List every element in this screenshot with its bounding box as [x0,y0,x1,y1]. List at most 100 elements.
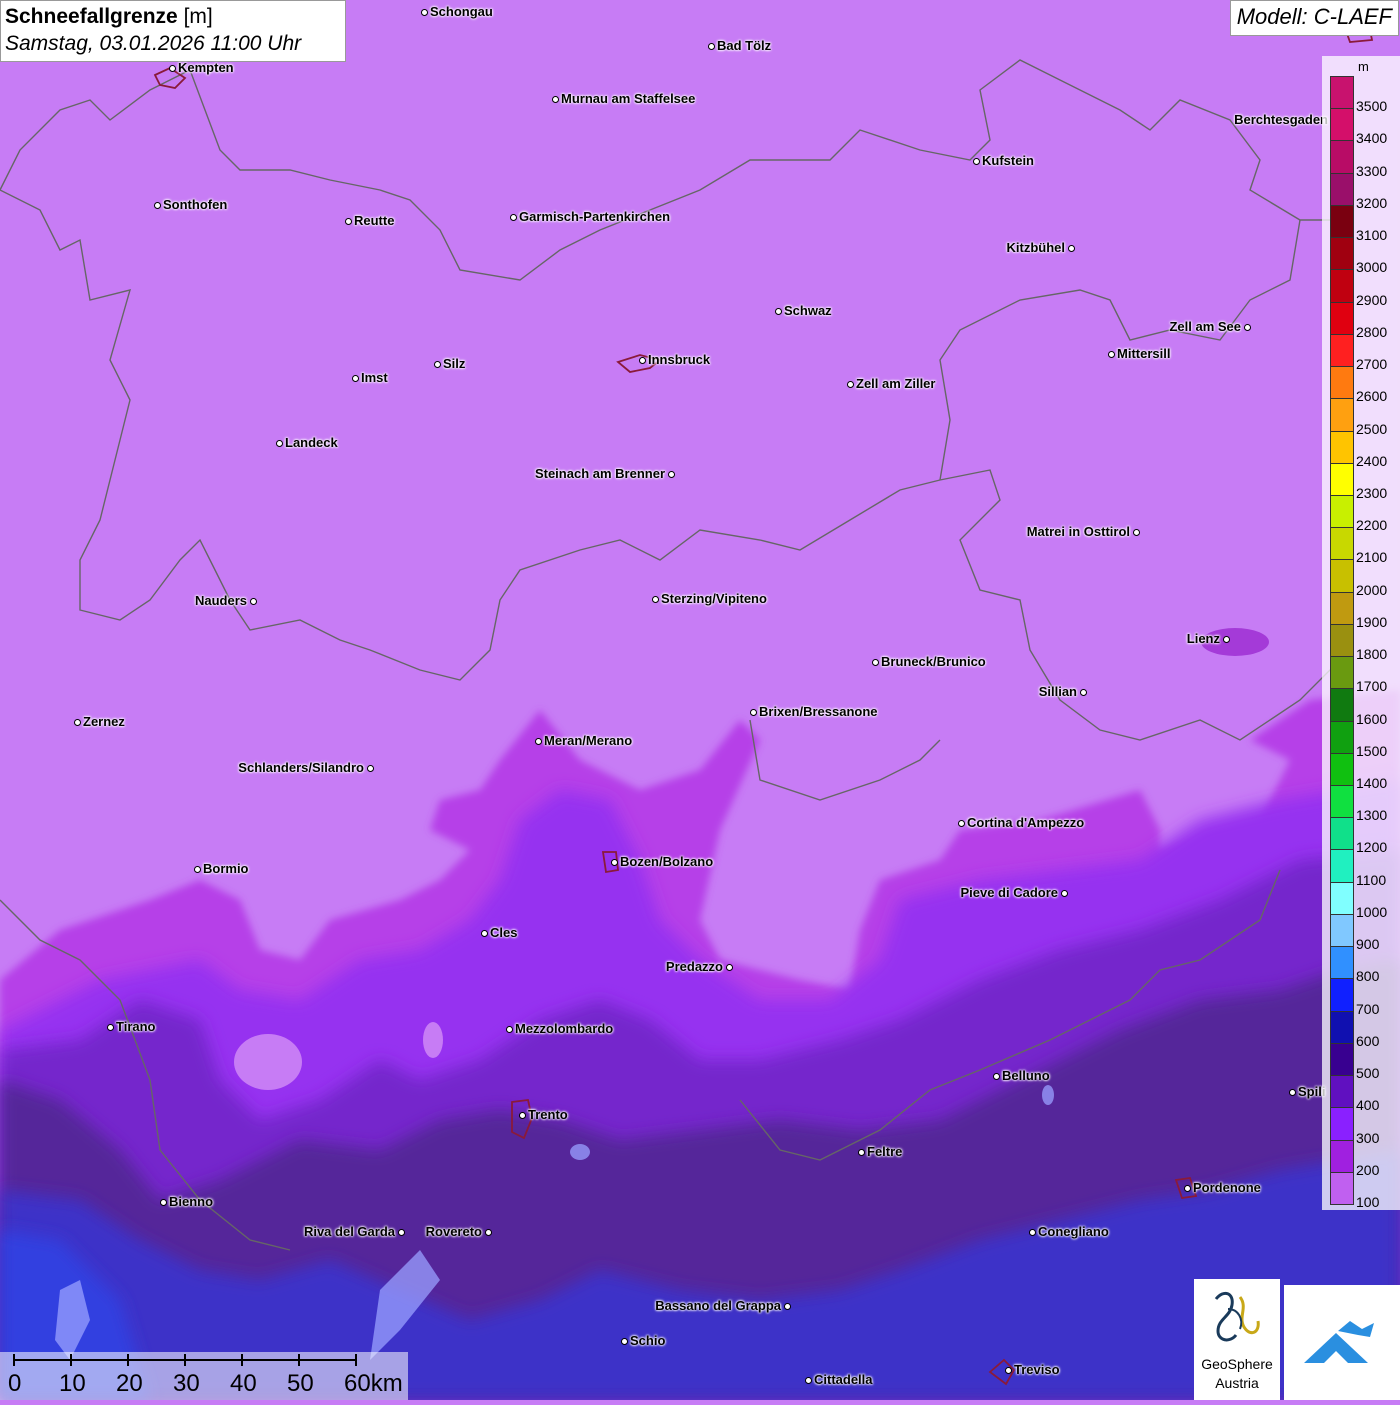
city-marker[interactable] [857,1148,865,1156]
city-label[interactable]: Murnau am Staffelsee [561,91,695,106]
city-label[interactable]: Imst [361,370,388,385]
city-marker[interactable] [1060,889,1068,897]
city-marker[interactable] [480,929,488,937]
city-marker[interactable] [153,201,161,209]
city-label[interactable]: Bozen/Bolzano [620,854,713,869]
city-marker[interactable] [992,1072,1000,1080]
city-label[interactable]: Cles [490,925,517,940]
city-label[interactable]: Steinach am Brenner [535,466,665,481]
city-label[interactable]: Conegliano [1038,1224,1109,1239]
city-marker[interactable] [1004,1366,1012,1374]
city-marker[interactable] [249,597,257,605]
city-marker[interactable] [1107,350,1115,358]
city-marker[interactable] [651,595,659,603]
city-marker[interactable] [397,1228,405,1236]
city-label[interactable]: Treviso [1014,1362,1060,1377]
city-marker[interactable] [804,1376,812,1384]
city-marker[interactable] [366,764,374,772]
city-marker[interactable] [193,865,201,873]
city-marker[interactable] [1288,1088,1296,1096]
city-label[interactable]: Matrei in Osttirol [1027,524,1130,539]
city-marker[interactable] [484,1228,492,1236]
city-label[interactable]: Cittadella [814,1372,873,1387]
city-marker[interactable] [106,1023,114,1031]
city-label[interactable]: Zell am Ziller [856,376,935,391]
city-marker[interactable] [168,64,176,72]
city-marker[interactable] [534,737,542,745]
city-marker[interactable] [1132,528,1140,536]
city-marker[interactable] [610,858,618,866]
city-label[interactable]: Belluno [1002,1068,1050,1083]
city-marker[interactable] [159,1198,167,1206]
city-label[interactable]: Silz [443,356,465,371]
city-marker[interactable] [707,42,715,50]
city-label[interactable]: Bienno [169,1194,213,1209]
city-marker[interactable] [774,307,782,315]
city-marker[interactable] [551,95,559,103]
city-label[interactable]: Reutte [354,213,394,228]
city-label[interactable]: Bassano del Grappa [655,1298,781,1313]
city-marker[interactable] [1067,244,1075,252]
city-marker[interactable] [351,374,359,382]
city-label[interactable]: Kempten [178,60,234,75]
city-label[interactable]: Kitzbühel [1007,240,1066,255]
app-logo[interactable] [1284,1285,1400,1400]
city-label[interactable]: Tirano [116,1019,156,1034]
city-label[interactable]: Schwaz [784,303,832,318]
city-label[interactable]: Lienz [1187,631,1220,646]
city-label[interactable]: Bormio [203,861,249,876]
city-marker[interactable] [73,718,81,726]
city-marker[interactable] [509,213,517,221]
city-label[interactable]: Sterzing/Vipiteno [661,591,767,606]
city-label[interactable]: Pordenone [1193,1180,1261,1195]
city-marker[interactable] [871,658,879,666]
city-marker[interactable] [638,356,646,364]
city-label[interactable]: Landeck [285,435,338,450]
city-label[interactable]: Kufstein [982,153,1034,168]
city-marker[interactable] [1243,323,1251,331]
city-label[interactable]: Nauders [195,593,247,608]
city-marker[interactable] [505,1025,513,1033]
city-marker[interactable] [1183,1184,1191,1192]
city-marker[interactable] [783,1302,791,1310]
city-marker[interactable] [957,819,965,827]
city-marker[interactable] [846,380,854,388]
city-label[interactable]: Bad Tölz [717,38,771,53]
city-label[interactable]: Schongau [430,4,493,19]
city-marker[interactable] [433,360,441,368]
city-marker[interactable] [275,439,283,447]
city-label[interactable]: Schio [630,1333,665,1348]
city-marker[interactable] [1028,1228,1036,1236]
city-marker[interactable] [749,708,757,716]
city-label[interactable]: Pieve di Cadore [960,885,1058,900]
city-label[interactable]: Predazzo [666,959,723,974]
city-marker[interactable] [344,217,352,225]
city-label[interactable]: Mittersill [1117,346,1170,361]
city-label[interactable]: Garmisch-Partenkirchen [519,209,670,224]
city-label[interactable]: Feltre [867,1144,902,1159]
city-label[interactable]: Zell am See [1169,319,1241,334]
city-marker[interactable] [420,8,428,16]
city-label[interactable]: Berchtesgaden [1234,112,1328,127]
city-marker[interactable] [1079,688,1087,696]
city-label[interactable]: Innsbruck [648,352,710,367]
city-marker[interactable] [518,1111,526,1119]
city-label[interactable]: Meran/Merano [544,733,632,748]
city-marker[interactable] [725,963,733,971]
city-marker[interactable] [1222,635,1230,643]
city-label[interactable]: Mezzolombardo [515,1021,613,1036]
city-label[interactable]: Brixen/Bressanone [759,704,878,719]
city-label[interactable]: Sillian [1039,684,1077,699]
city-label[interactable]: Zernez [83,714,125,729]
city-label[interactable]: Cortina d'Ampezzo [967,815,1084,830]
city-label[interactable]: Sonthofen [163,197,227,212]
city-label[interactable]: Rovereto [426,1224,482,1239]
city-label[interactable]: Trento [528,1107,568,1122]
city-marker[interactable] [620,1337,628,1345]
city-marker[interactable] [667,470,675,478]
city-label[interactable]: Riva del Garda [304,1224,395,1239]
city-marker[interactable] [972,157,980,165]
legend-swatch [1330,172,1354,206]
city-label[interactable]: Bruneck/Brunico [881,654,986,669]
city-label[interactable]: Schlanders/Silandro [238,760,364,775]
